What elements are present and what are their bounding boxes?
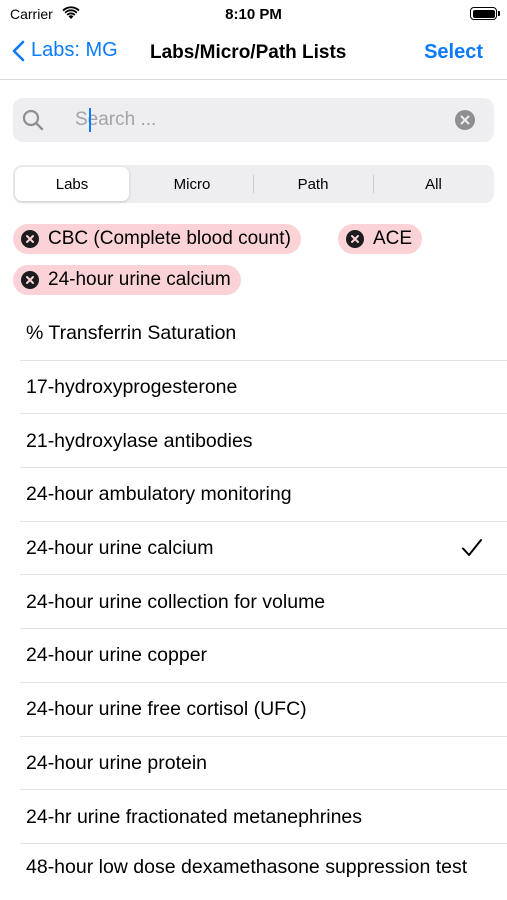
checkmark-icon <box>462 538 482 556</box>
remove-icon[interactable] <box>21 230 39 248</box>
list-item[interactable]: 24-hour ambulatory monitoring <box>0 468 507 522</box>
selected-chip[interactable]: ACE <box>338 224 423 254</box>
list-item-label: 24-hr urine fractionated metanephrines <box>26 805 363 828</box>
search-icon <box>22 109 44 131</box>
navigation-bar: Labs: MG Labs/Micro/Path Lists Select <box>0 28 507 80</box>
chevron-left-icon <box>12 40 25 61</box>
segment-divider <box>253 175 254 193</box>
segment-all[interactable]: All <box>375 167 492 201</box>
search-bar[interactable] <box>13 98 494 142</box>
list-item[interactable]: 24-hour urine protein <box>0 737 507 791</box>
list-item[interactable]: 21-hydroxylase antibodies <box>0 414 507 468</box>
segment-labs[interactable]: Labs <box>15 167 129 201</box>
segmented-control: Labs Micro Path All <box>13 165 494 203</box>
list-item[interactable]: 24-hr urine fractionated metanephrines <box>0 790 507 844</box>
back-button-label: Labs: MG <box>31 39 118 61</box>
battery-icon <box>470 7 500 20</box>
list-item-label: 48-hour low dose dexamethasone suppressi… <box>26 855 468 878</box>
list-item[interactable]: % Transferrin Saturation <box>0 307 507 361</box>
list-item-label: 24-hour urine calcium <box>26 537 214 560</box>
list-item-label: 21-hydroxylase antibodies <box>26 429 253 452</box>
text-cursor <box>89 108 91 132</box>
back-button[interactable]: Labs: MG <box>12 39 118 62</box>
segment-micro[interactable]: Micro <box>133 167 251 201</box>
list-item-label: 24-hour urine copper <box>26 644 208 667</box>
list-item-label: 24-hour urine protein <box>26 751 208 774</box>
selected-chip[interactable]: CBC (Complete blood count) <box>13 224 301 254</box>
segment-path[interactable]: Path <box>255 167 371 201</box>
list-item[interactable]: 24-hour urine copper <box>0 629 507 683</box>
search-input[interactable] <box>75 104 445 136</box>
chip-label: ACE <box>373 228 413 249</box>
remove-icon[interactable] <box>346 230 364 248</box>
segment-divider <box>373 175 374 193</box>
chip-label: 24-hour urine calcium <box>48 269 231 290</box>
selected-chip[interactable]: 24-hour urine calcium <box>13 265 241 295</box>
list-item[interactable]: 24-hour urine calcium <box>0 522 507 576</box>
clear-search-icon[interactable] <box>455 110 475 130</box>
page-title: Labs/Micro/Path Lists <box>150 42 347 63</box>
lab-list: % Transferrin Saturation 17-hydroxyproge… <box>0 307 507 900</box>
list-item-label: 24-hour ambulatory monitoring <box>26 483 292 506</box>
status-time: 8:10 PM <box>225 6 282 23</box>
status-bar: Carrier 8:10 PM <box>0 0 507 28</box>
chip-label: CBC (Complete blood count) <box>48 228 291 249</box>
list-item-label: 17-hydroxyprogesterone <box>26 376 238 399</box>
list-item[interactable]: 48-hour low dose dexamethasone suppressi… <box>0 844 507 900</box>
list-item[interactable]: 24-hour urine collection for volume <box>0 575 507 629</box>
list-item-label: 24-hour urine collection for volume <box>26 590 326 613</box>
select-button[interactable]: Select <box>424 41 483 64</box>
battery-fill <box>472 9 495 18</box>
list-item-label: 24-hour urine free cortisol (UFC) <box>26 698 307 721</box>
list-item[interactable]: 17-hydroxyprogesterone <box>0 361 507 415</box>
list-item[interactable]: 24-hour urine free cortisol (UFC) <box>0 683 507 737</box>
list-item-label: % Transferrin Saturation <box>26 322 237 345</box>
remove-icon[interactable] <box>21 271 39 289</box>
